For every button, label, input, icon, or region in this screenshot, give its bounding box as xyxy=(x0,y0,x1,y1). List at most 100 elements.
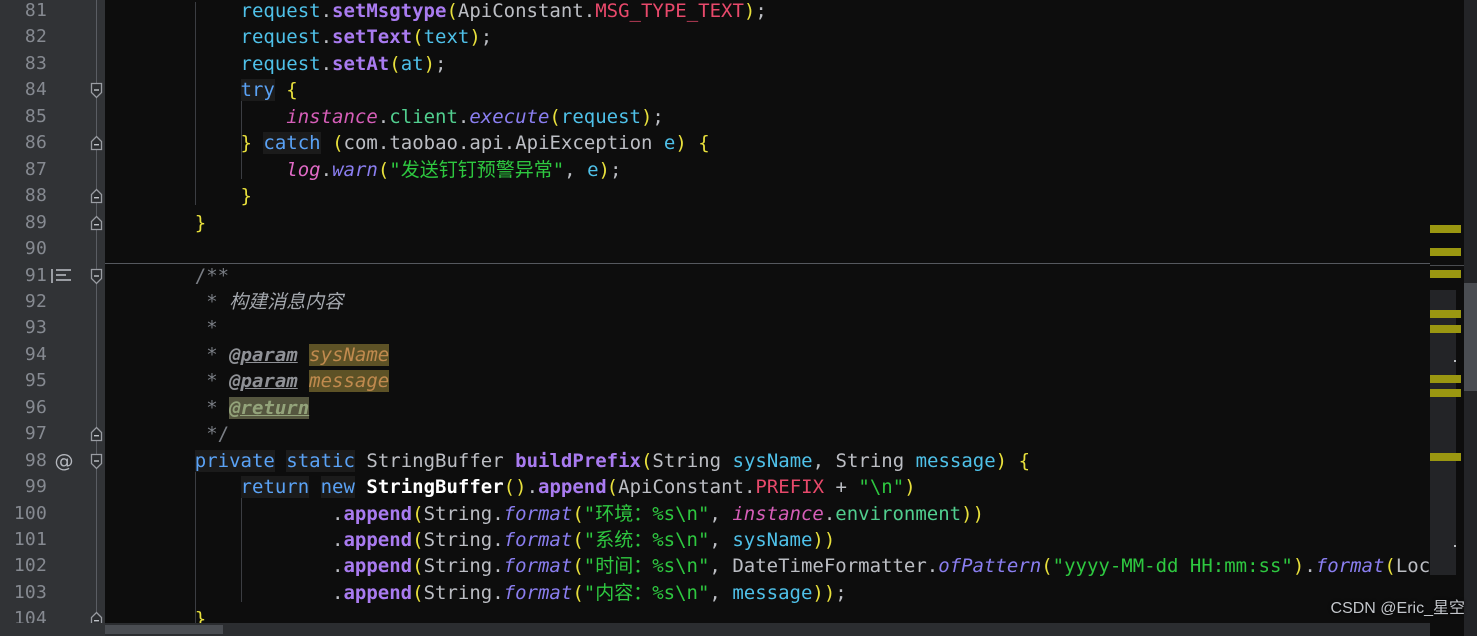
editor-gutter[interactable]: 81 82 83 84 85 86 87 88 89 90 91 92 93 94 95 96 97 98 99 10… xyxy=(0,0,105,636)
warning-stripe-param-sysname[interactable] xyxy=(1430,225,1461,233)
token: ; xyxy=(609,158,622,181)
code-surface[interactable]: request.setMsgtype(ApiConstant.MSG_TYPE_… xyxy=(105,0,1477,636)
token: format xyxy=(503,529,573,551)
fold-expand-marker[interactable] xyxy=(88,453,105,470)
token: ) xyxy=(469,26,481,49)
token: ( xyxy=(332,132,344,155)
token: . xyxy=(492,581,504,604)
minimap[interactable] xyxy=(1430,0,1464,636)
token: String xyxy=(423,555,493,578)
warning-stripe-method-2[interactable] xyxy=(1430,325,1461,333)
code-line-text: } xyxy=(105,183,252,209)
code-line-text: instance.client.execute(request); xyxy=(105,104,664,130)
token: ( xyxy=(606,476,619,499)
fold-collapse-marker[interactable] xyxy=(88,135,105,152)
token: private xyxy=(194,449,275,472)
right-gutter[interactable] xyxy=(1430,0,1477,636)
line-number: 100 xyxy=(13,502,47,524)
javadoc-gutter-icon[interactable] xyxy=(51,268,73,284)
vertical-scrollbar-thumb[interactable] xyxy=(1464,283,1477,391)
code-editor[interactable]: 81 82 83 84 85 86 87 88 89 90 91 92 93 94 95 96 97 98 99 10… xyxy=(0,0,1477,636)
token: ( xyxy=(572,529,584,551)
token: , xyxy=(812,449,825,472)
token: return xyxy=(240,476,310,499)
token: ) xyxy=(515,476,527,499)
warning-stripe-append-1[interactable] xyxy=(1430,375,1461,383)
token: . xyxy=(743,476,756,499)
horizontal-scrollbar-thumb[interactable] xyxy=(105,625,223,634)
horizontal-scrollbar-track[interactable] xyxy=(105,623,1430,636)
token: } xyxy=(194,211,207,234)
line-number: 84 xyxy=(24,79,47,101)
token: ; xyxy=(480,26,493,49)
code-line-text: .append(String.format("时间：%s\n", DateTim… xyxy=(105,553,1453,579)
token: request xyxy=(240,0,321,22)
token: . xyxy=(503,132,516,155)
fold-column[interactable] xyxy=(88,0,105,636)
token: setText xyxy=(332,26,413,49)
token: . xyxy=(332,581,344,604)
token: { xyxy=(286,79,298,102)
token: api xyxy=(469,132,504,155)
token: String xyxy=(423,529,493,551)
code-line-text: * xyxy=(105,315,217,341)
token: ( xyxy=(572,581,584,604)
token: . xyxy=(492,502,504,525)
token: ( xyxy=(389,52,401,75)
warning-stripe-param-message[interactable] xyxy=(1430,248,1461,256)
token: . xyxy=(823,502,836,525)
annotation-gutter-icon[interactable]: @ xyxy=(52,448,76,474)
token: ) xyxy=(1292,555,1305,578)
token: ) xyxy=(812,529,824,551)
token: StringBuffer xyxy=(366,476,504,499)
method-separator xyxy=(105,262,1477,264)
token: + xyxy=(835,476,847,499)
token: ; xyxy=(652,105,664,128)
token: append xyxy=(343,581,413,604)
warning-stripe-return[interactable] xyxy=(1430,270,1461,278)
minimap-block xyxy=(1430,400,1456,575)
code-line-text: request.setText(text); xyxy=(105,24,493,50)
gutter-bottom-pad xyxy=(0,623,105,636)
caret-line-stripe xyxy=(1430,265,1464,266)
token: sysName xyxy=(309,343,390,366)
fold-collapse-marker[interactable] xyxy=(88,215,105,232)
warning-stripe-method[interactable] xyxy=(1430,310,1461,318)
fold-collapse-marker[interactable] xyxy=(88,426,105,443)
token: , xyxy=(709,581,721,604)
line-number: 98 xyxy=(24,449,47,471)
token: . xyxy=(526,476,539,499)
token: . xyxy=(332,555,344,578)
token: instance xyxy=(286,105,378,128)
fold-expand-marker[interactable] xyxy=(88,268,105,285)
code-line-text: private static StringBuffer buildPrefix(… xyxy=(105,448,1030,474)
token: StringBuffer xyxy=(366,449,504,472)
token: new xyxy=(320,476,355,499)
token: ) xyxy=(904,476,916,499)
token: { xyxy=(1018,449,1031,472)
token: message xyxy=(915,449,996,472)
token: setAt xyxy=(332,52,390,75)
token: request xyxy=(240,52,321,75)
line-number: 93 xyxy=(24,317,47,339)
line-number: 89 xyxy=(24,211,47,233)
token: static xyxy=(286,449,355,472)
fold-expand-marker[interactable] xyxy=(88,82,105,99)
line-number: 95 xyxy=(24,370,47,392)
fold-collapse-marker[interactable] xyxy=(88,188,105,205)
code-line-text: return new StringBuffer().append(ApiCons… xyxy=(105,474,916,500)
warning-stripe-append-3[interactable] xyxy=(1430,453,1461,461)
token: ApiConstant xyxy=(618,476,744,499)
token: "发送钉钉预警异常" xyxy=(389,158,565,181)
token: message xyxy=(732,581,813,604)
token: . xyxy=(926,555,939,578)
warning-stripe-append-2[interactable] xyxy=(1430,389,1461,397)
code-line-text: .append(String.format("内容：%s\n", message… xyxy=(105,580,847,606)
minimap-dot xyxy=(1454,545,1456,547)
line-number: 90 xyxy=(24,238,47,260)
token: . xyxy=(583,0,596,22)
token: ApiConstant xyxy=(457,0,584,22)
token: append xyxy=(343,502,413,525)
